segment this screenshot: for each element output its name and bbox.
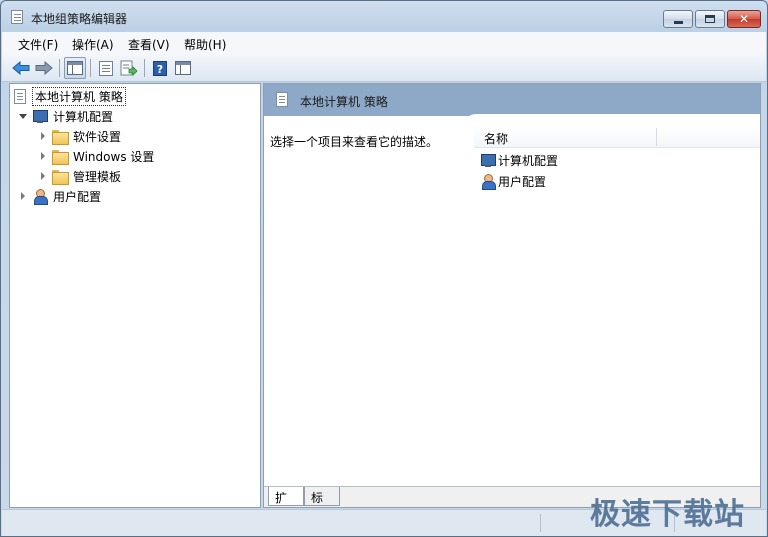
expand-icon[interactable] <box>38 131 48 141</box>
policy-app-icon <box>11 10 23 24</box>
column-name[interactable]: 名称 <box>484 130 508 147</box>
list-item-user[interactable]: 用户配置 <box>480 172 546 190</box>
toolbar: ? <box>2 54 766 82</box>
folder-icon <box>52 128 69 145</box>
back-arrow-icon <box>12 61 30 75</box>
list-item-computer[interactable]: 计算机配置 <box>480 151 558 169</box>
properties-button[interactable] <box>95 57 117 79</box>
tab-extended[interactable]: 扩展 <box>268 487 304 522</box>
main-window: 本地组策略编辑器 ✕ 文件(F) 操作(A) 查看(V) 帮助(H) ? 本地计… <box>0 0 768 537</box>
status-divider <box>540 514 541 532</box>
tree-item-root[interactable]: 本地计算机 策略 <box>12 86 126 106</box>
toolbar-separator <box>59 59 60 77</box>
computer-icon <box>480 152 496 168</box>
menu-action[interactable]: 操作(A) <box>72 36 114 53</box>
back-button[interactable] <box>10 57 32 79</box>
expand-icon[interactable] <box>18 191 28 201</box>
tree-item-windows-settings[interactable]: Windows 设置 <box>38 147 154 165</box>
user-icon <box>480 173 496 190</box>
tree-label-root: 本地计算机 策略 <box>32 86 126 106</box>
list-item-label: 计算机配置 <box>498 153 559 168</box>
console-tree-icon <box>175 61 191 75</box>
folder-icon <box>52 148 69 165</box>
menu-bar: 文件(F) 操作(A) 查看(V) 帮助(H) <box>2 32 766 54</box>
tree-item-computer[interactable]: 计算机配置 <box>18 107 113 125</box>
tree-label-windows-settings: Windows 设置 <box>73 149 155 164</box>
details-pane: 本地计算机 策略 选择一个项目来查看它的描述。 名称 计算机配置 用户配置 扩展… <box>263 83 761 522</box>
tree-item-admin-templates[interactable]: 管理模板 <box>38 167 121 185</box>
computer-icon <box>32 108 48 124</box>
toolbar-separator <box>90 59 91 77</box>
user-icon <box>32 188 48 205</box>
forward-arrow-icon <box>35 61 53 75</box>
description-area: 选择一个项目来查看它的描述。 <box>264 116 474 486</box>
show-hide-tree-button[interactable] <box>64 57 86 79</box>
policy-doc-icon <box>14 88 26 104</box>
export-list-button[interactable] <box>118 57 140 79</box>
title-bar[interactable]: 本地组策略编辑器 ✕ <box>1 1 767 31</box>
list-column-header[interactable]: 名称 <box>474 126 760 148</box>
collapse-icon[interactable] <box>18 111 28 121</box>
policy-doc-icon <box>276 92 288 107</box>
minimize-button[interactable] <box>663 10 693 28</box>
menu-view[interactable]: 查看(V) <box>128 36 170 53</box>
list-item-label: 用户配置 <box>498 174 547 189</box>
expand-icon[interactable] <box>38 151 48 161</box>
folder-icon <box>52 168 69 185</box>
help-icon: ? <box>153 60 167 76</box>
tree-item-user[interactable]: 用户配置 <box>18 187 101 205</box>
maximize-button[interactable] <box>695 10 725 28</box>
tree-label-software: 软件设置 <box>73 129 122 144</box>
close-icon: ✕ <box>738 12 750 26</box>
properties-icon <box>99 60 113 76</box>
forward-button[interactable] <box>33 57 55 79</box>
description-text: 选择一个项目来查看它的描述。 <box>270 135 439 149</box>
details-header: 本地计算机 策略 <box>264 84 760 116</box>
expand-icon[interactable] <box>38 171 48 181</box>
help-button[interactable]: ? <box>149 57 171 79</box>
minimize-icon <box>664 11 692 27</box>
tree-pane: 本地计算机 策略 计算机配置 软件设置 Windows 设置 管理模板 用户配置 <box>9 83 261 508</box>
watermark-text: 极速下载站 <box>590 497 745 532</box>
tree-item-software[interactable]: 软件设置 <box>38 127 121 145</box>
close-button[interactable]: ✕ <box>727 10 761 28</box>
window-title: 本地组策略编辑器 <box>31 12 128 26</box>
console-tree-button[interactable] <box>172 57 194 79</box>
tree-label-admin-templates: 管理模板 <box>73 169 122 184</box>
toolbar-separator <box>144 59 145 77</box>
maximize-icon <box>696 11 724 27</box>
tree-label-user: 用户配置 <box>53 189 102 204</box>
details-title: 本地计算机 策略 <box>300 95 388 109</box>
menu-help[interactable]: 帮助(H) <box>184 36 226 53</box>
menu-file[interactable]: 文件(F) <box>18 36 58 53</box>
tab-standard[interactable]: 标准 <box>304 487 340 522</box>
export-list-icon <box>120 60 138 76</box>
tree-label-computer: 计算机配置 <box>53 109 114 124</box>
column-divider[interactable] <box>656 128 657 146</box>
show-hide-tree-icon <box>67 61 83 75</box>
item-list: 名称 计算机配置 用户配置 <box>474 124 760 484</box>
